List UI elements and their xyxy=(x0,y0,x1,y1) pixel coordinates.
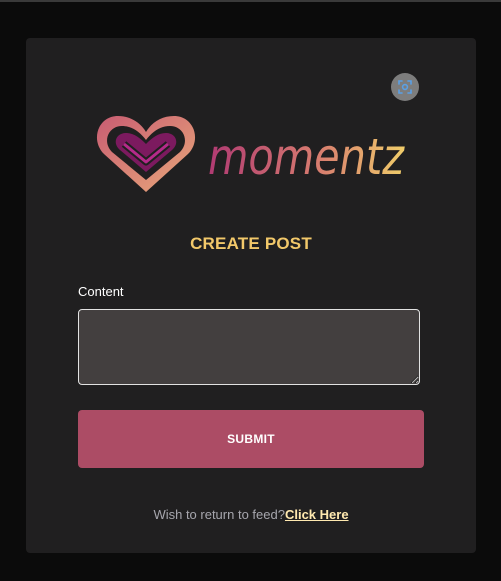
brand-logo: momentz xyxy=(94,110,405,196)
brand-wordmark: momentz xyxy=(208,128,405,186)
heart-logo-icon xyxy=(96,116,196,192)
content-label: Content xyxy=(78,284,124,299)
return-prompt: Wish to return to feed? xyxy=(153,507,285,522)
return-to-feed-link[interactable]: Click Here xyxy=(285,507,349,522)
svg-text:momentz: momentz xyxy=(208,128,405,186)
scan-icon xyxy=(398,80,412,94)
scan-button[interactable] xyxy=(391,73,419,101)
window-top-border xyxy=(0,0,501,2)
return-to-feed-footer: Wish to return to feed?Click Here xyxy=(26,507,476,522)
submit-button[interactable]: SUBMIT xyxy=(78,410,424,468)
page-title: CREATE POST xyxy=(190,234,312,253)
content-textarea[interactable] xyxy=(78,309,420,385)
create-post-card: momentz CREATE POST Content SUBMIT Wish … xyxy=(26,38,476,553)
